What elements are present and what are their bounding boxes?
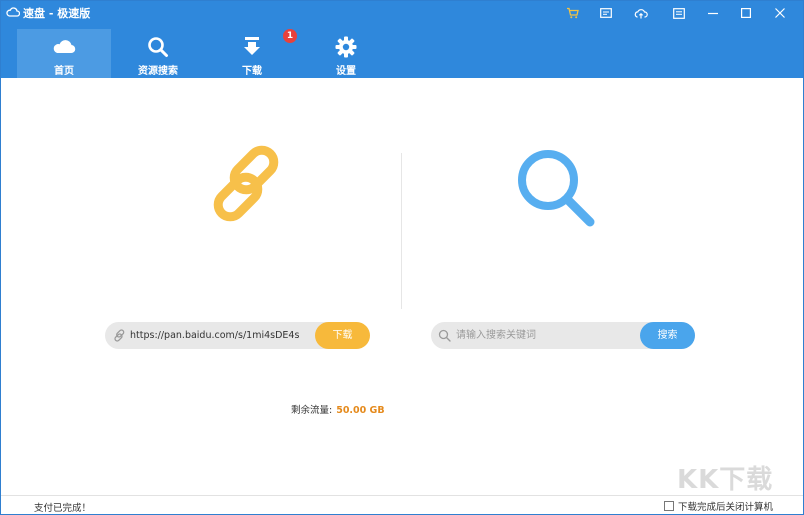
download-count-badge: 1 (283, 29, 297, 43)
tab-download-label: 下载 (242, 66, 262, 77)
close-icon[interactable] (769, 4, 791, 22)
menu-icon[interactable] (668, 4, 690, 22)
panel-divider (401, 153, 402, 309)
main-nav: 首页 资源搜索 下载 设置 1 (17, 29, 393, 78)
tab-home[interactable]: 首页 (17, 29, 111, 78)
url-input-group: 下载 (105, 322, 370, 349)
tab-settings[interactable]: 设置 (299, 29, 393, 78)
app-title: 速盘 - 极速版 (23, 7, 91, 20)
tab-resource-search[interactable]: 资源搜索 (111, 29, 205, 78)
small-link-icon (114, 329, 125, 342)
statusbar: 支付已完成！ 下载完成后关闭计算机 (1, 495, 803, 514)
header: 速盘 - 极速版 首页 资源搜索 下载 设置 1 (1, 1, 803, 78)
shutdown-after-download-checkbox[interactable]: 下载完成后关闭计算机 (664, 499, 773, 513)
search-icon (148, 37, 168, 57)
traffic-value: 50.00 GB (336, 405, 385, 416)
link-icon (213, 145, 279, 222)
share-url-input[interactable] (130, 325, 318, 346)
cloud-sync-icon[interactable] (630, 4, 652, 22)
titlebar: 速盘 - 极速版 (1, 1, 803, 25)
status-message: 支付已完成！ (34, 503, 92, 514)
app-window: 速盘 - 极速版 首页 资源搜索 下载 设置 1 https://pan.bai… (0, 0, 804, 515)
small-search-icon (438, 329, 451, 342)
download-icon (244, 37, 260, 55)
cloud-icon (53, 40, 76, 54)
search-button[interactable]: 搜索 (640, 322, 695, 349)
message-icon[interactable] (595, 4, 617, 22)
tab-resource-search-label: 资源搜索 (138, 66, 178, 77)
magnifier-icon (518, 150, 595, 227)
download-button[interactable]: 下载 (315, 322, 370, 349)
shutdown-checkbox-label: 下载完成后关闭计算机 (678, 502, 774, 513)
remaining-traffic: 剩余流量: 50.00 GB (291, 402, 385, 416)
watermark-logo: KK下载 (677, 465, 774, 495)
search-input-group: 搜索 (431, 322, 695, 349)
app-cloud-icon (6, 7, 20, 17)
minimize-icon[interactable] (702, 4, 724, 22)
gear-icon (335, 36, 357, 58)
shutdown-checkbox-box[interactable] (664, 501, 674, 511)
tab-settings-label: 设置 (336, 66, 356, 77)
tab-home-label: 首页 (54, 66, 74, 77)
traffic-label: 剩余流量: (291, 405, 333, 416)
search-keyword-input[interactable] (456, 325, 636, 346)
maximize-icon[interactable] (735, 4, 757, 22)
cart-icon[interactable] (561, 4, 583, 22)
